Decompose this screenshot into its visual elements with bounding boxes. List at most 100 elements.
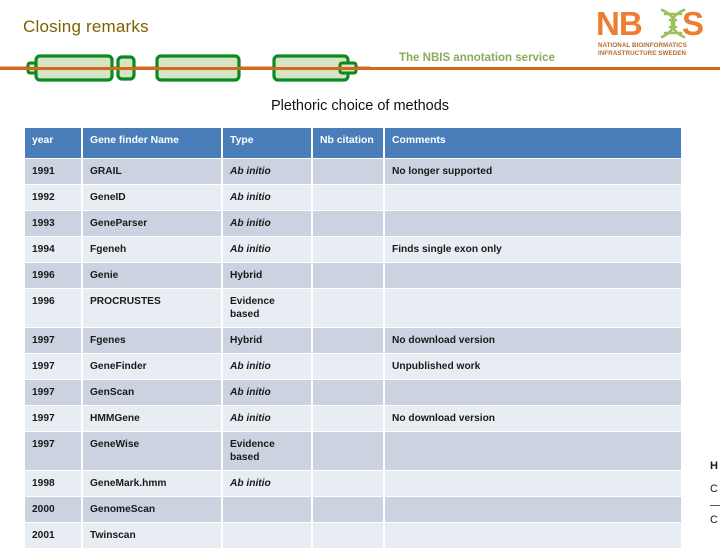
cell-comments <box>385 431 681 470</box>
cell-citation <box>313 431 383 470</box>
cell-citation <box>313 158 383 184</box>
cell-citation <box>313 405 383 431</box>
column-header-year: year <box>25 128 81 158</box>
cell-name: Fgenes <box>83 327 221 353</box>
table-row: 1997 HMMGene Ab initio No download version <box>25 405 681 431</box>
cell-citation <box>313 210 383 236</box>
table-row: 1997 GeneFinder Ab initio Unpublished work <box>25 353 681 379</box>
column-header-type: Type <box>223 128 311 158</box>
nbis-logo: NB S NATIONAL BIOINFORMATICS INFRASTRUCT… <box>596 4 714 62</box>
cell-citation <box>313 353 383 379</box>
cell-comments: No download version <box>385 327 681 353</box>
cell-type <box>223 496 311 522</box>
table-row: 1997 Fgenes Hybrid No download version <box>25 327 681 353</box>
cell-comments: No longer supported <box>385 158 681 184</box>
cell-year: 1997 <box>25 353 81 379</box>
edge-fragment-2: C <box>710 483 718 495</box>
nbis-logo-subtitle-line2: INFRASTRUCTURE SWEDEN <box>598 49 687 57</box>
cell-comments <box>385 379 681 405</box>
cell-year: 1994 <box>25 236 81 262</box>
gene-finders-table-container: year Gene finder Name Type Nb citation C… <box>23 127 681 549</box>
table-row: 2000 GenomeScan <box>25 496 681 522</box>
cell-year: 1996 <box>25 288 81 327</box>
cell-name: GRAIL <box>83 158 221 184</box>
cell-name: GenomeScan <box>83 496 221 522</box>
cell-name: GeneParser <box>83 210 221 236</box>
cell-year: 1997 <box>25 405 81 431</box>
header-divider-rule <box>0 67 720 70</box>
svg-text:S: S <box>682 5 704 42</box>
cell-comments: Finds single exon only <box>385 236 681 262</box>
table-row: 2001 Twinscan <box>25 522 681 548</box>
cell-year: 1996 <box>25 262 81 288</box>
table-row: 1998 GeneMark.hmm Ab initio <box>25 470 681 496</box>
column-header-comments: Comments <box>385 128 681 158</box>
nbis-tagline: The NBIS annotation service <box>399 52 555 64</box>
cell-comments: Unpublished work <box>385 353 681 379</box>
slide-subtitle: Plethoric choice of methods <box>270 98 450 114</box>
table-row: 1991 GRAIL Ab initio No longer supported <box>25 158 681 184</box>
cell-citation <box>313 288 383 327</box>
cell-type: Ab initio <box>223 353 311 379</box>
cell-name: GenScan <box>83 379 221 405</box>
cell-year: 2000 <box>25 496 81 522</box>
edge-fragment-3: C <box>710 514 718 526</box>
cell-name: GeneWise <box>83 431 221 470</box>
cell-name: GeneMark.hmm <box>83 470 221 496</box>
cell-comments <box>385 470 681 496</box>
cell-name: HMMGene <box>83 405 221 431</box>
cell-type: Ab initio <box>223 236 311 262</box>
column-header-name: Gene finder Name <box>83 128 221 158</box>
slide-header: Closing remarks The NBIS annotation serv… <box>0 0 720 92</box>
edge-fragment-rule <box>710 505 720 506</box>
nbis-logo-subtitle: NATIONAL BIOINFORMATICS INFRASTRUCTURE S… <box>598 42 714 57</box>
cell-comments <box>385 522 681 548</box>
cell-year: 1992 <box>25 184 81 210</box>
gene-finders-table: year Gene finder Name Type Nb citation C… <box>23 127 683 549</box>
table-header-row: year Gene finder Name Type Nb citation C… <box>25 128 681 158</box>
cell-year: 1997 <box>25 379 81 405</box>
cell-year: 1993 <box>25 210 81 236</box>
cell-name: Twinscan <box>83 522 221 548</box>
cell-name: Genie <box>83 262 221 288</box>
cell-type: Hybrid <box>223 327 311 353</box>
cell-citation <box>313 379 383 405</box>
table-row: 1997 GenScan Ab initio <box>25 379 681 405</box>
cell-year: 1991 <box>25 158 81 184</box>
table-row: 1993 GeneParser Ab initio <box>25 210 681 236</box>
cell-type: Ab initio <box>223 379 311 405</box>
cell-citation <box>313 496 383 522</box>
edge-fragment-1: H <box>710 460 718 472</box>
cell-comments <box>385 496 681 522</box>
cell-name: GeneID <box>83 184 221 210</box>
cell-year: 2001 <box>25 522 81 548</box>
table-row: 1992 GeneID Ab initio <box>25 184 681 210</box>
cell-citation <box>313 327 383 353</box>
cell-comments: No download version <box>385 405 681 431</box>
cell-citation <box>313 470 383 496</box>
cell-type: Evidence based <box>223 431 311 470</box>
table-row: 1996 Genie Hybrid <box>25 262 681 288</box>
cell-type <box>223 522 311 548</box>
cell-type: Ab initio <box>223 210 311 236</box>
cell-year: 1997 <box>25 327 81 353</box>
cell-type: Evidence based <box>223 288 311 327</box>
cell-name: Fgeneh <box>83 236 221 262</box>
cell-name: PROCRUSTES <box>83 288 221 327</box>
cell-comments <box>385 288 681 327</box>
cell-type: Ab initio <box>223 158 311 184</box>
nbis-wordmark-icon: NB S <box>596 5 704 42</box>
clipped-edge-text: H C C <box>710 455 720 532</box>
table-row: 1996 PROCRUSTES Evidence based <box>25 288 681 327</box>
cell-year: 1998 <box>25 470 81 496</box>
svg-text:NB: NB <box>596 5 642 42</box>
cell-type: Ab initio <box>223 470 311 496</box>
table-body: 1991 GRAIL Ab initio No longer supported 199… <box>25 158 681 548</box>
cell-type: Hybrid <box>223 262 311 288</box>
cell-citation <box>313 184 383 210</box>
column-header-citation: Nb citation <box>313 128 383 158</box>
cell-citation <box>313 262 383 288</box>
table-row: 1994 Fgeneh Ab initio Finds single exon onl… <box>25 236 681 262</box>
page-title: Closing remarks <box>23 17 149 36</box>
cell-type: Ab initio <box>223 405 311 431</box>
